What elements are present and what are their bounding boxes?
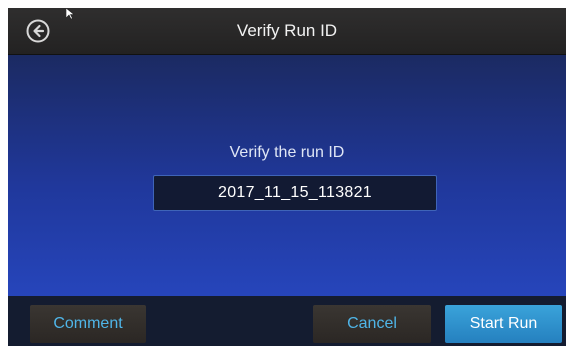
page-title: Verify Run ID bbox=[236, 21, 338, 40]
main-content: Verify the run ID 2017_11_15_113821 bbox=[8, 55, 566, 296]
comment-button[interactable]: Comment bbox=[30, 305, 146, 343]
app-window: Verify Run ID Verify the run ID 2017_11_… bbox=[8, 8, 566, 346]
verify-prompt-label: Verify the run ID bbox=[229, 144, 345, 161]
title-bar: Verify Run ID bbox=[8, 8, 566, 55]
cancel-button[interactable]: Cancel bbox=[313, 305, 431, 343]
back-arrow-icon[interactable] bbox=[26, 19, 50, 43]
run-id-field[interactable]: 2017_11_15_113821 bbox=[153, 175, 437, 211]
start-run-button[interactable]: Start Run bbox=[445, 305, 562, 343]
action-bar: Comment Cancel Start Run bbox=[8, 296, 566, 346]
mouse-cursor-icon bbox=[66, 8, 75, 20]
